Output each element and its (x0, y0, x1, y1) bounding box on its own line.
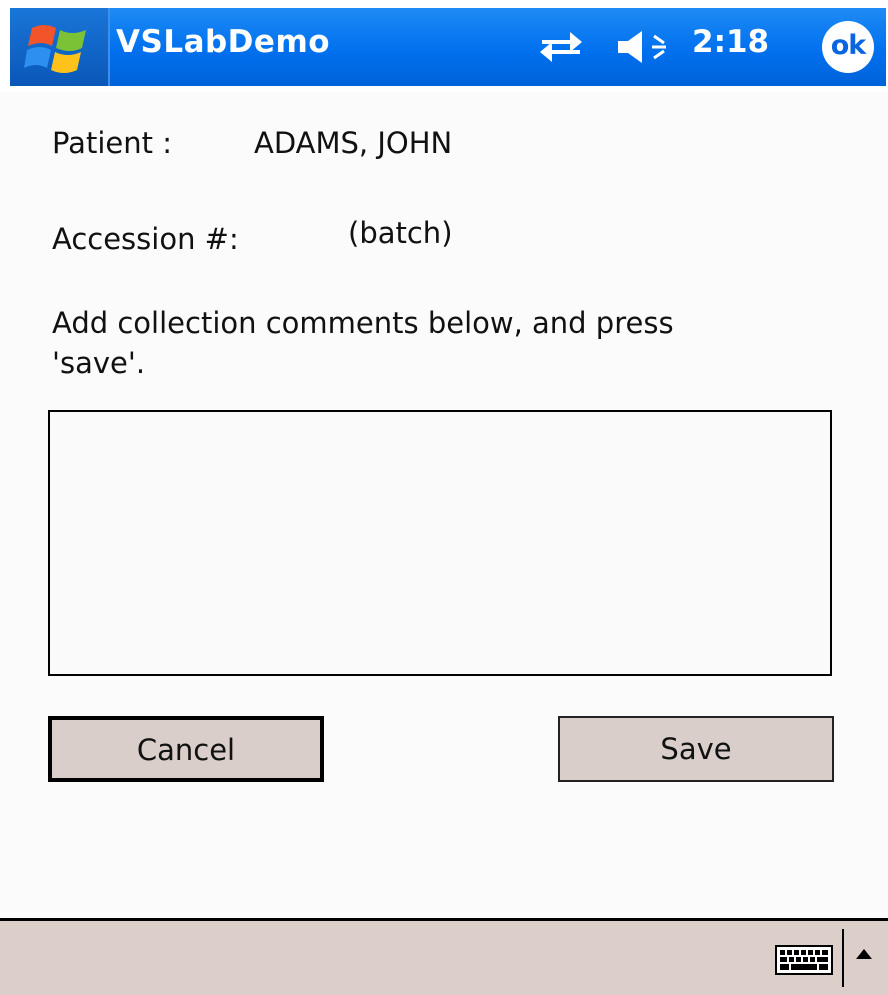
start-button[interactable] (10, 8, 110, 86)
menu-bar (0, 918, 888, 995)
form-content: Patient : ADAMS, JOHN Accession #: (batc… (0, 92, 888, 918)
keyboard-icon[interactable] (775, 945, 833, 975)
patient-name: ADAMS, JOHN (254, 126, 453, 160)
ok-button[interactable]: ok (822, 21, 874, 73)
menu-separator (842, 929, 844, 987)
windows-start-icon (24, 25, 86, 73)
instructions-line-1: Add collection comments below, and press (52, 306, 674, 340)
accession-label: Accession #: (52, 222, 239, 256)
connectivity-icon[interactable] (536, 28, 586, 66)
app-title: VSLabDemo (116, 24, 331, 60)
title-bar: VSLabDemo 2:18 ok (0, 0, 888, 92)
volume-icon[interactable] (616, 28, 674, 66)
clock[interactable]: 2:18 (692, 24, 769, 60)
patient-label: Patient : (52, 126, 172, 160)
title-bar-band: VSLabDemo 2:18 ok (10, 8, 886, 86)
instructions-line-2: 'save'. (52, 346, 146, 380)
save-button[interactable]: Save (558, 716, 834, 782)
comments-textarea[interactable] (48, 410, 832, 676)
arrow-up-icon[interactable] (852, 943, 876, 967)
accession-value: (batch) (348, 216, 453, 250)
cancel-button[interactable]: Cancel (48, 716, 324, 782)
